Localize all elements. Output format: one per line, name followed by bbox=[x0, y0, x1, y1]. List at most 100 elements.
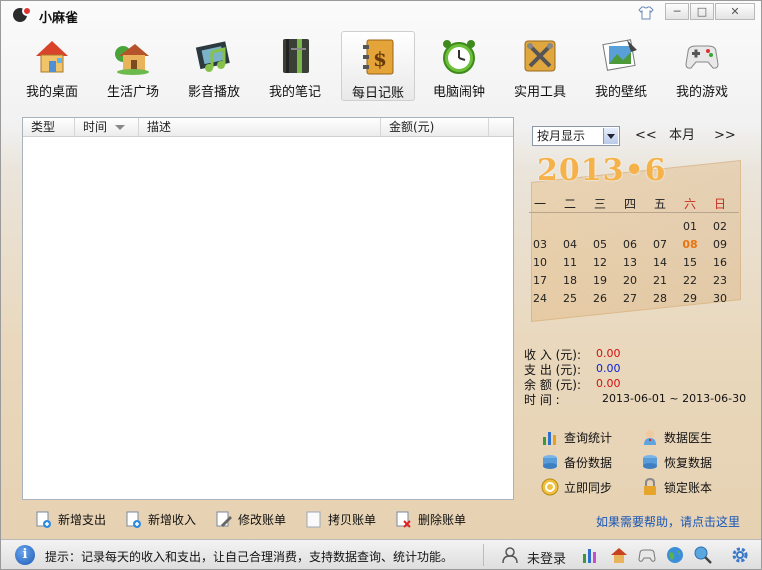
calendar-day[interactable]: 06 bbox=[618, 238, 642, 251]
copy-bill-label: 拷贝账单 bbox=[328, 513, 377, 527]
calendar-day[interactable]: 29 bbox=[678, 292, 702, 305]
globe-icon[interactable] bbox=[666, 546, 684, 564]
calendar-day[interactable]: 23 bbox=[708, 274, 732, 287]
tool-media-player[interactable]: 影音播放 bbox=[177, 31, 251, 101]
column-type[interactable]: 类型 bbox=[23, 118, 75, 137]
transaction-list[interactable]: 类型 时间 描述 金额(元) bbox=[22, 117, 514, 500]
column-amount[interactable]: 金额(元) bbox=[381, 118, 489, 137]
search-globe-icon[interactable] bbox=[694, 546, 712, 564]
period-value: 2013-06-01 ~ 2013-06-30 bbox=[602, 392, 747, 405]
calendar-day[interactable]: 09 bbox=[708, 238, 732, 251]
tool-my-desktop[interactable]: 我的桌面 bbox=[15, 31, 89, 101]
calendar-day[interactable]: 02 bbox=[708, 220, 732, 233]
calendar-day[interactable]: 03 bbox=[528, 238, 552, 251]
calendar-day[interactable]: 11 bbox=[558, 256, 582, 269]
column-time[interactable]: 时间 bbox=[75, 118, 139, 137]
calendar-day[interactable]: 18 bbox=[558, 274, 582, 287]
tool-label: 我的壁纸 bbox=[594, 85, 647, 100]
calendar-day[interactable]: 28 bbox=[648, 292, 672, 305]
weekday-label: 六 bbox=[683, 197, 696, 211]
stats-shortcut-icon[interactable] bbox=[581, 546, 599, 564]
doc-add-icon bbox=[126, 511, 142, 529]
edit-bill-label: 修改账单 bbox=[238, 513, 287, 527]
weekday-label: 一 bbox=[533, 197, 546, 211]
tool-my-games[interactable]: 我的游戏 bbox=[665, 31, 739, 101]
calendar-day[interactable]: 30 bbox=[708, 292, 732, 305]
tool-label: 生活广场 bbox=[106, 85, 159, 100]
info-icon: i bbox=[15, 545, 35, 565]
calendar-day[interactable]: 04 bbox=[558, 238, 582, 251]
weekday-label: 日 bbox=[713, 197, 726, 211]
prev-month-button[interactable]: << bbox=[635, 126, 657, 146]
alarm-clock-icon bbox=[439, 36, 479, 76]
calendar-day[interactable]: 08 bbox=[678, 238, 702, 251]
cottage-icon bbox=[113, 36, 153, 76]
tool-life-square[interactable]: 生活广场 bbox=[96, 31, 170, 101]
skin-shirt-icon[interactable] bbox=[637, 6, 655, 20]
view-mode-select[interactable]: 按月显示 bbox=[532, 126, 620, 146]
tool-label: 实用工具 bbox=[513, 85, 566, 100]
settings-gear-icon[interactable] bbox=[731, 546, 749, 564]
maximize-button[interactable]: □ bbox=[690, 3, 714, 20]
add-expense-label: 新增支出 bbox=[58, 513, 107, 527]
calendar-day[interactable]: 10 bbox=[528, 256, 552, 269]
game-shortcut-icon[interactable] bbox=[638, 546, 656, 564]
calendar-day[interactable]: 01 bbox=[678, 220, 702, 233]
calendar-day[interactable]: 21 bbox=[648, 274, 672, 287]
calendar-day[interactable]: 26 bbox=[588, 292, 612, 305]
tool-label: 我的笔记 bbox=[268, 85, 321, 100]
calendar-day[interactable]: 12 bbox=[588, 256, 612, 269]
calendar-day[interactable]: 17 bbox=[528, 274, 552, 287]
gamepad-icon bbox=[682, 36, 722, 76]
weekday-label: 三 bbox=[593, 197, 606, 211]
app-window: 小麻雀 ─ □ ✕ 我的桌面 生活广场 影音播放 我的笔记 $ 每日记账 电脑闹… bbox=[0, 0, 762, 570]
tools-icon bbox=[520, 36, 560, 76]
minimize-button[interactable]: ─ bbox=[665, 3, 689, 20]
current-month-button[interactable]: 本月 bbox=[669, 126, 695, 146]
bar-chart-icon bbox=[541, 428, 559, 446]
close-button[interactable]: ✕ bbox=[715, 3, 755, 20]
calendar-day[interactable]: 15 bbox=[678, 256, 702, 269]
doc-add-icon bbox=[36, 511, 52, 529]
tool-label: 我的桌面 bbox=[25, 85, 78, 100]
tool-my-notes[interactable]: 我的笔记 bbox=[258, 31, 332, 101]
calendar-day[interactable]: 22 bbox=[678, 274, 702, 287]
main-toolbar: 我的桌面 生活广场 影音播放 我的笔记 $ 每日记账 电脑闹钟 实用工具 我的壁… bbox=[7, 31, 757, 101]
tool-pc-alarm[interactable]: 电脑闹钟 bbox=[422, 31, 496, 101]
edit-pencil-icon bbox=[216, 511, 232, 529]
calendar-day[interactable]: 16 bbox=[708, 256, 732, 269]
tool-label: 电脑闹钟 bbox=[432, 85, 485, 100]
tool-label: 我的游戏 bbox=[675, 85, 728, 100]
house-icon bbox=[32, 36, 72, 76]
calendar-day[interactable]: 05 bbox=[588, 238, 612, 251]
calendar-day[interactable]: 19 bbox=[588, 274, 612, 287]
database-restore-icon bbox=[641, 453, 659, 471]
calendar-day[interactable]: 24 bbox=[528, 292, 552, 305]
calendar-day[interactable]: 07 bbox=[648, 238, 672, 251]
home-shortcut-icon[interactable] bbox=[610, 546, 628, 564]
sync-icon bbox=[541, 478, 559, 496]
column-description[interactable]: 描述 bbox=[139, 118, 381, 137]
title-bar[interactable]: 小麻雀 ─ □ ✕ bbox=[1, 1, 761, 29]
tool-my-wallpaper[interactable]: 我的壁纸 bbox=[584, 31, 658, 101]
doctor-icon bbox=[641, 428, 659, 446]
sparrow-logo-icon bbox=[13, 6, 35, 24]
help-link[interactable]: 如果需要帮助，请点击这里 bbox=[596, 513, 740, 530]
balance-value: 0.00 bbox=[596, 377, 621, 390]
calendar-day[interactable]: 27 bbox=[618, 292, 642, 305]
calendar-day[interactable]: 20 bbox=[618, 274, 642, 287]
sort-desc-icon bbox=[115, 125, 125, 130]
ledger-dollar-icon: $ bbox=[359, 37, 399, 77]
weekday-label: 四 bbox=[623, 197, 636, 211]
weekday-label: 五 bbox=[653, 197, 666, 211]
tool-daily-accounts[interactable]: $ 每日记账 bbox=[341, 31, 415, 101]
next-month-button[interactable]: >> bbox=[714, 126, 736, 146]
calendar-day[interactable]: 14 bbox=[648, 256, 672, 269]
expense-value: 0.00 bbox=[596, 362, 621, 375]
calendar-day[interactable]: 25 bbox=[558, 292, 582, 305]
calendar-day[interactable]: 13 bbox=[618, 256, 642, 269]
app-title: 小麻雀 bbox=[39, 11, 79, 26]
calendar-divider bbox=[529, 212, 739, 213]
doc-copy-icon bbox=[306, 511, 322, 529]
tool-utilities[interactable]: 实用工具 bbox=[503, 31, 577, 101]
